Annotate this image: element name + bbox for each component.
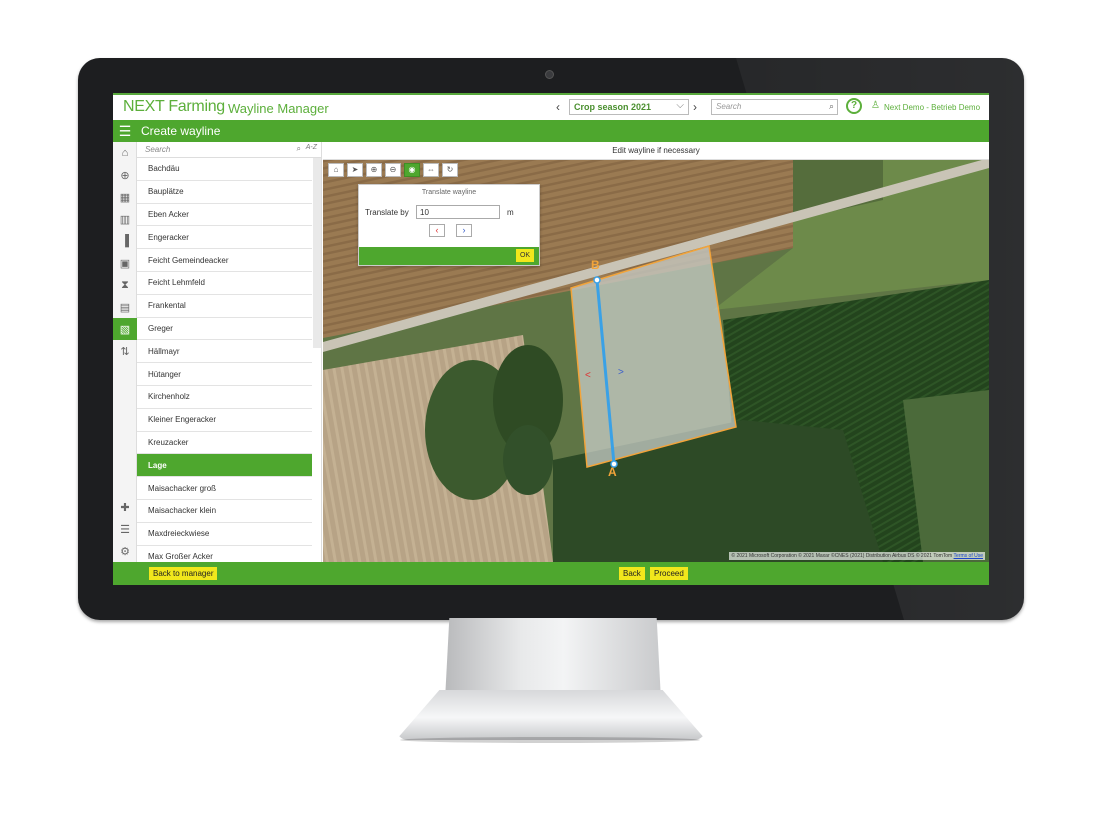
field-list-item[interactable]: Lage [137,454,312,478]
bottom-bar: Back to manager Back Proceed [113,562,989,585]
field-list-item[interactable]: Kleiner Engeracker [137,409,312,432]
home-icon[interactable]: ⌂ [113,142,137,164]
svg-text:>: > [618,367,624,378]
help-icon[interactable]: ? [846,98,862,114]
global-search-input[interactable]: Search ⌕ [711,99,838,115]
map-attribution: © 2021 Microsoft Corporation © 2021 Maxa… [729,552,985,560]
zoom-out-icon[interactable]: ⊖ [385,163,401,177]
user-name[interactable]: Next Demo - Betrieb Demo [884,103,980,112]
field-list-item[interactable]: Feicht Lehmfeld [137,272,312,295]
zoom-in-icon[interactable]: ⊕ [366,163,382,177]
field-list-item[interactable]: Bachdäu [137,158,312,181]
icon-rail: ⌂ ⊕ ▦ ▥ ▐ ▣ ⧗ ▤ ▧ ⇅ ✚ ☰ ⚙ [113,142,137,562]
translate-wayline-panel: Translate wayline Translate by 10 m ‹ › … [358,184,540,266]
field-list-item[interactable]: Max Großer Acker [137,546,312,562]
list-scrollbar[interactable] [313,158,321,348]
app-logo[interactable]: NEXT Farming [123,98,225,116]
field-list-item[interactable]: Feicht Gemeindeacker [137,249,312,272]
field-list-item[interactable]: Hütanger [137,363,312,386]
back-to-manager-button[interactable]: Back to manager [149,567,218,580]
add-icon[interactable]: ⊕ [113,164,137,186]
crop-season-value: Crop season 2021 [574,102,652,112]
field-list-item[interactable]: Greger [137,318,312,341]
season-prev-button[interactable]: ‹ [556,100,560,114]
settings-icon[interactable]: ⚙ [113,540,137,562]
import-icon[interactable]: ▤ [113,296,137,318]
field-map-icon[interactable]: ▦ [113,186,137,208]
flip-icon[interactable]: ⇔ [423,163,439,177]
search-icon[interactable]: ⌕ [829,101,834,112]
global-search-placeholder: Search [716,102,742,111]
search-icon[interactable]: ⌕ [297,144,301,154]
chevron-down-icon: ⌵ [676,100,684,111]
app-name: Wayline Manager [228,101,329,116]
attribution-text: © 2021 Microsoft Corporation © 2021 Maxa… [731,553,953,559]
home-icon[interactable]: ⌂ [328,163,344,177]
field-list-item[interactable]: Eben Acker [137,204,312,227]
map-header: Edit wayline if necessary [323,142,989,160]
logo-text: NEXT Farming [123,98,225,115]
field-list-item[interactable]: Maisachacker klein [137,500,312,523]
translate-left-button[interactable]: ‹ [429,224,445,237]
field-list-item[interactable]: Kreuzacker [137,432,312,455]
title-bar: ☰ Create wayline [113,120,989,142]
terms-of-use-link[interactable]: Terms of Use [954,553,983,559]
monitor-stand-base [396,690,706,740]
field-list-panel: Search ⌕ A-Z Bachdäu Bauplätze Eben Acker E… [137,142,322,562]
translate-panel-footer: OK [359,247,539,265]
app-screen: NEXT Farming Wayline Manager ‹ Crop seas… [113,93,989,585]
monitor-stand-shadow [400,737,700,743]
hourglass-icon[interactable]: ⧗ [113,274,137,296]
sort-az-button[interactable]: A-Z [306,144,317,151]
puzzle-icon[interactable]: ✚ [113,496,137,518]
field-list-item[interactable]: Maisachacker groß [137,477,312,500]
map-toolbar: ⌂ ➤ ⊕ ⊖ ◉ ⇔ ↻ [328,163,458,177]
page-title: Create wayline [141,124,221,138]
user-icon[interactable]: ♙ [871,100,880,111]
translate-right-button[interactable]: › [456,224,472,237]
svg-text:<: < [585,370,591,381]
field-search-placeholder: Search [145,145,171,154]
menu-icon[interactable]: ☰ [113,123,137,140]
field-list-item[interactable]: Kirchenholz [137,386,312,409]
map-view[interactable]: < > B A ⌂ ➤ ⊕ ⊖ ◉ ⇔ ↻ Translate wayline … [323,160,989,562]
field-list-item[interactable]: Engeracker [137,226,312,250]
wayline-point-a[interactable]: A [608,465,617,479]
season-next-button[interactable]: › [693,100,697,114]
ok-button[interactable]: OK [516,249,534,262]
field-list-item[interactable]: Hällmayr [137,340,312,364]
sort-icon[interactable]: ⇅ [113,340,137,362]
translate-by-label: Translate by [365,208,409,217]
rail-bottom: ✚ ☰ ⚙ [113,496,137,562]
locate-icon[interactable]: ➤ [347,163,363,177]
top-bar: NEXT Farming Wayline Manager ‹ Crop seas… [113,93,989,120]
field-boundary-icon[interactable]: ▣ [113,252,137,274]
field-list-item[interactable]: Maxdreieckwiese [137,523,312,546]
rotate-icon[interactable]: ↻ [442,163,458,177]
monitor-stand-neck [445,618,661,700]
back-button[interactable]: Back [619,567,645,580]
webcam [545,70,554,79]
crop-season-select[interactable]: Crop season 2021 ⌵ [569,99,689,115]
trash-icon[interactable]: ▥ [113,208,137,230]
wayline-icon[interactable]: ▧ [113,318,137,340]
field-list-item[interactable]: Frankental [137,295,312,318]
translate-panel-title: Translate wayline [421,189,477,196]
translate-distance-input[interactable]: 10 [416,205,500,219]
translate-unit: m [507,208,514,217]
statistics-icon[interactable]: ▐ [113,230,137,252]
field-list: Bachdäu Bauplätze Eben Acker Engeracker Feic… [137,158,321,562]
proceed-button[interactable]: Proceed [650,567,688,580]
field-list-item[interactable]: Bauplätze [137,181,312,204]
field-search-input[interactable]: Search ⌕ A-Z [137,142,321,158]
target-icon[interactable]: ◉ [404,163,420,177]
wayline-point-b[interactable]: B [591,258,600,272]
list-icon[interactable]: ☰ [113,518,137,540]
